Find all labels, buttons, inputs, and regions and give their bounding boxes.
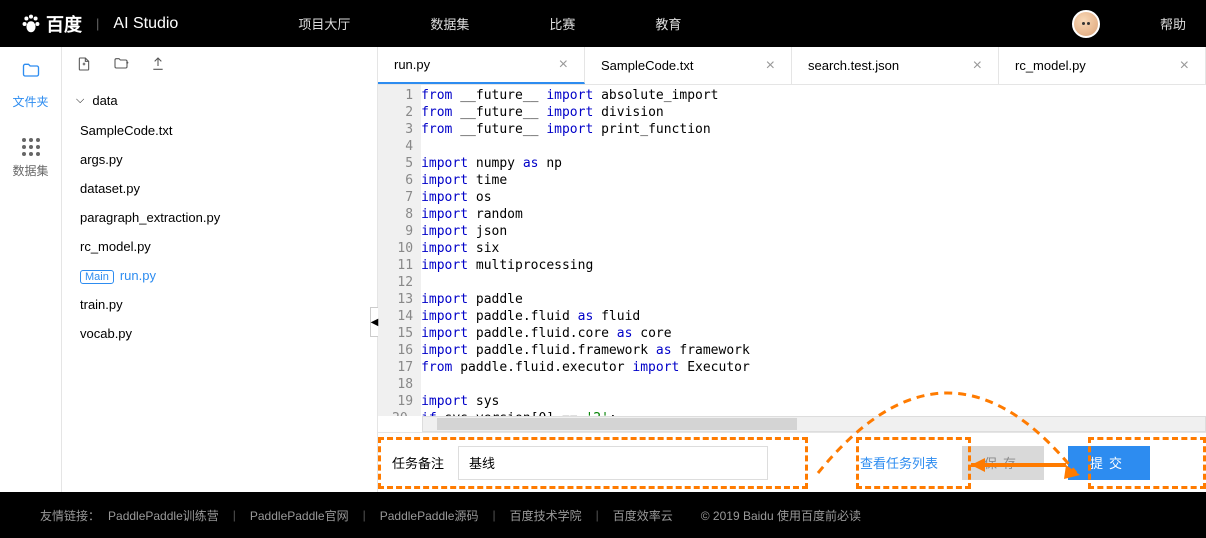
bottom-bar: 任务备注 查看任务列表 保存 提交 (378, 432, 1206, 492)
nav-items: 项目大厅 数据集 比赛 教育 (298, 14, 681, 33)
dots-icon (22, 138, 40, 156)
task-note-input[interactable] (458, 446, 768, 480)
left-nav: 文件夹 数据集 (0, 47, 62, 492)
tab-label: rc_model.py (1015, 58, 1086, 73)
nav-datasets[interactable]: 数据集 (430, 14, 469, 33)
footer-link[interactable]: PaddlePaddle官网 (250, 507, 349, 524)
leftnav-files-label: 文件夹 (12, 93, 48, 110)
tree-file[interactable]: rc_model.py (76, 232, 377, 261)
chevron-down-icon: ⌵ (76, 94, 84, 107)
submit-button[interactable]: 提交 (1068, 446, 1150, 480)
logo-divider: | (96, 16, 99, 31)
baidu-text: 百度 (46, 11, 82, 37)
view-task-list-link[interactable]: 查看任务列表 (860, 453, 938, 472)
nav-education[interactable]: 教育 (655, 14, 681, 33)
upload-icon[interactable] (150, 56, 166, 77)
tree-file[interactable]: train.py (76, 290, 377, 319)
nav-competitions[interactable]: 比赛 (549, 14, 575, 33)
tab-label: search.test.json (808, 58, 899, 73)
file-tree: ⌵ data SampleCode.txt args.py dataset.py… (62, 85, 377, 492)
product-name: AI Studio (113, 15, 178, 33)
footer-prefix: 友情链接： (40, 507, 100, 524)
tree-file[interactable]: SampleCode.txt (76, 116, 377, 145)
tab-label: run.py (394, 57, 430, 72)
gutter: 1234567891011121314151617181920▾21222324 (378, 85, 421, 416)
avatar[interactable] (1072, 10, 1100, 38)
code-area[interactable]: 1234567891011121314151617181920▾21222324… (378, 85, 1206, 416)
folder-icon (21, 61, 41, 87)
leftnav-files[interactable]: 文件夹 (0, 47, 61, 124)
leftnav-datasets-label: 数据集 (12, 162, 48, 179)
tab-run[interactable]: run.py × (378, 47, 585, 84)
file-panel: ⌵ data SampleCode.txt args.py dataset.py… (62, 47, 378, 492)
nav-help[interactable]: 帮助 (1160, 14, 1186, 33)
tree-file[interactable]: vocab.py (76, 319, 377, 348)
tree-file[interactable]: dataset.py (76, 174, 377, 203)
new-file-icon[interactable] (76, 56, 92, 77)
main: 文件夹 数据集 ⌵ data SampleCode.txt args.p (0, 47, 1206, 492)
close-icon[interactable]: × (973, 57, 982, 75)
tab-label: SampleCode.txt (601, 58, 694, 73)
tab-searchtest[interactable]: search.test.json × (792, 47, 999, 84)
footer-link[interactable]: 百度效率云 (613, 507, 673, 524)
close-icon[interactable]: × (559, 56, 568, 74)
task-label: 任务备注 (392, 453, 444, 472)
main-file-name: run.py (120, 268, 156, 283)
baidu-logo[interactable]: 百度 (20, 11, 82, 37)
paw-icon (20, 13, 42, 35)
footer-link[interactable]: PaddlePaddle训练营 (108, 507, 219, 524)
file-toolbar (62, 47, 377, 85)
tree-folder-data[interactable]: ⌵ data (76, 85, 377, 116)
tree-file-run[interactable]: Main run.py (76, 261, 377, 290)
footer-link[interactable]: 百度技术学院 (510, 507, 582, 524)
nav-right: 帮助 (1072, 10, 1186, 38)
close-icon[interactable]: × (1180, 57, 1189, 75)
new-folder-icon[interactable] (112, 56, 130, 77)
folder-name: data (92, 93, 117, 108)
tab-rcmodel[interactable]: rc_model.py × (999, 47, 1206, 84)
save-button[interactable]: 保存 (962, 446, 1044, 480)
collapse-handle[interactable]: ◀ (370, 307, 378, 337)
nav-projects[interactable]: 项目大厅 (298, 14, 350, 33)
tab-samplecode[interactable]: SampleCode.txt × (585, 47, 792, 84)
leftnav-datasets[interactable]: 数据集 (0, 124, 61, 193)
tab-bar: run.py × SampleCode.txt × search.test.json… (378, 47, 1206, 85)
footer-link[interactable]: PaddlePaddle源码 (380, 507, 479, 524)
editor-area: ◀ run.py× SampleCode.txt× search.test.js… (378, 47, 1206, 492)
footer: 友情链接： PaddlePaddle训练营| PaddlePaddle官网| P… (0, 492, 1206, 538)
horizontal-scrollbar[interactable] (422, 416, 1206, 432)
top-nav: 百度 | AI Studio 项目大厅 数据集 比赛 教育 帮助 (0, 0, 1206, 47)
main-badge: Main (80, 270, 114, 284)
footer-copyright: © 2019 Baidu 使用百度前必读 (701, 507, 861, 524)
tree-file[interactable]: args.py (76, 145, 377, 174)
scrollbar-thumb[interactable] (437, 418, 797, 430)
code-lines[interactable]: from __future__ import absolute_importfr… (421, 85, 1206, 416)
logo-area: 百度 | AI Studio (20, 11, 178, 37)
tree-file[interactable]: paragraph_extraction.py (76, 203, 377, 232)
close-icon[interactable]: × (766, 57, 775, 75)
